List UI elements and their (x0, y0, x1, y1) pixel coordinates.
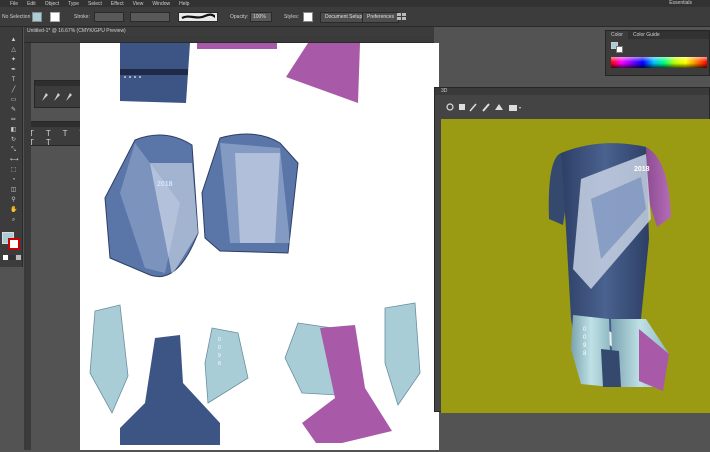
3d-window-title: 3D (435, 88, 709, 95)
document-tab-label: Untitled-1* @ 16.67% (CMYK/GPU Preview) (27, 28, 126, 34)
hand-tool-icon[interactable]: ✋ (10, 207, 17, 214)
type-tool-icon[interactable]: T (10, 77, 17, 84)
color-stroke-indicator[interactable] (616, 46, 623, 53)
document-setup-button[interactable]: Document Setup (320, 11, 368, 23)
screenshot-camera-icon (509, 105, 521, 111)
width-tool-icon[interactable]: ⟷ (10, 157, 19, 164)
leg-piece-light-blue-left (89, 304, 129, 414)
menu-effect[interactable]: Effect (111, 1, 124, 7)
menu-edit[interactable]: Edit (27, 1, 36, 7)
model-crotch-panel (601, 349, 621, 387)
preferences-button[interactable]: Preferences (362, 11, 399, 23)
3d-bodysuit-model: 2018 0 0 9 8 (548, 143, 671, 391)
side-piece-light-blue (204, 327, 249, 404)
stroke-swatch[interactable] (50, 11, 60, 23)
free-transform-icon[interactable]: ⬚ (10, 167, 17, 174)
horizontal-ruler (24, 36, 434, 43)
3d-viewport[interactable]: 2018 0 0 9 8 (441, 119, 710, 413)
color-mode-buttons[interactable] (3, 255, 21, 260)
control-bar: No Selection Stroke: Opacity: 100% Style… (0, 7, 710, 27)
document-tab[interactable]: Untitled-1* @ 16.67% (CMYK/GPU Preview) (24, 27, 434, 36)
fill-swatch[interactable] (32, 11, 42, 23)
menu-file[interactable]: File (10, 1, 18, 7)
tab-color[interactable]: Color (606, 31, 628, 39)
stroke-weight-field[interactable] (94, 11, 124, 23)
menu-type[interactable]: Type (68, 1, 79, 7)
pencil-tool-icon[interactable]: ✏ (10, 117, 17, 124)
menu-object[interactable]: Object (45, 1, 59, 7)
rotate-tool-icon[interactable]: ↻ (10, 137, 17, 144)
rectangle-tool-icon[interactable]: ▭ (10, 97, 17, 104)
graphic-style-swatch[interactable] (303, 11, 313, 23)
svg-text:9: 9 (218, 353, 221, 359)
menu-window[interactable]: Window (152, 1, 170, 7)
vertical-ruler (24, 43, 31, 450)
gradient-tool-icon[interactable]: ◫ (10, 187, 17, 194)
brush-definition[interactable] (178, 11, 218, 23)
magic-wand-icon[interactable]: ✦ (10, 57, 17, 64)
refresh-icon (446, 103, 454, 111)
stroke-color-box[interactable] (8, 238, 20, 250)
artboard[interactable]: 2018 0 0 9 8 (80, 43, 439, 450)
top-purple-strip (197, 43, 277, 49)
pen-tool-icon[interactable]: ✒ (10, 67, 17, 74)
sleeve-piece-purple (286, 43, 360, 103)
stroke-label: Stroke: (74, 14, 90, 20)
tab-color-guide[interactable]: Color Guide (628, 31, 665, 39)
menu-select[interactable]: Select (88, 1, 102, 7)
color-panel-tabs: Color Color Guide (606, 31, 709, 39)
svg-text:0: 0 (218, 345, 221, 351)
direct-selection-tool-icon[interactable]: △ (10, 47, 17, 54)
front-print-text: 2018 (157, 181, 173, 188)
styles-label: Styles: (284, 14, 300, 20)
tools-panel: ▲ △ ✦ ✒ T ╱ ▭ ✎ ✏ ◧ ↻ ⤡ ⟷ ⬚ ◔ ◫ ⚲ ✋ ⌕ (0, 27, 23, 267)
arrange-documents-icon[interactable] (396, 11, 408, 23)
opacity-field[interactable]: 100% (250, 11, 272, 23)
eraser-tool-icon[interactable]: ◧ (10, 127, 17, 134)
svg-text:0: 0 (218, 337, 221, 343)
model-print-text: 2018 (634, 166, 650, 173)
selection-label: No Selection (2, 14, 31, 20)
svg-text:8: 8 (218, 361, 221, 367)
crotch-piece-navy (120, 335, 220, 445)
brush-icon (482, 103, 490, 112)
pattern-pieces: 2018 0 0 9 8 (89, 43, 421, 445)
color-panel: Color Color Guide (605, 30, 710, 76)
scale-tool-icon[interactable]: ⤡ (10, 147, 17, 154)
eyedropper-tool-icon[interactable]: ⚲ (10, 197, 17, 204)
menu-bar: File Edit Object Type Select Effect View… (0, 0, 710, 7)
tool-icons (42, 93, 84, 101)
brush-stroke-icon (181, 13, 215, 20)
leg-piece-light-blue-far-right (384, 302, 421, 406)
fill-bucket-icon (495, 104, 503, 110)
3d-window-toolbar (435, 95, 709, 119)
opacity-label: Opacity: (230, 14, 249, 20)
menu-view[interactable]: View (133, 1, 144, 7)
3d-window: 3D 2018 0 0 9 8 (434, 87, 710, 413)
selection-tool-icon[interactable]: ▲ (10, 37, 17, 44)
workspace-switcher[interactable]: Essentials (669, 0, 692, 6)
line-tool-icon[interactable]: ╱ (10, 87, 17, 94)
zoom-tool-icon[interactable]: ⌕ (10, 217, 17, 224)
shape-builder-icon[interactable]: ◔ (10, 177, 17, 184)
color-spectrum[interactable] (611, 57, 707, 68)
menu-help[interactable]: Help (179, 1, 189, 7)
variable-width-field[interactable] (130, 11, 170, 23)
camera-pan-icon (459, 104, 465, 110)
pencil-icon (469, 103, 477, 112)
paintbrush-tool-icon[interactable]: ✎ (10, 107, 17, 114)
